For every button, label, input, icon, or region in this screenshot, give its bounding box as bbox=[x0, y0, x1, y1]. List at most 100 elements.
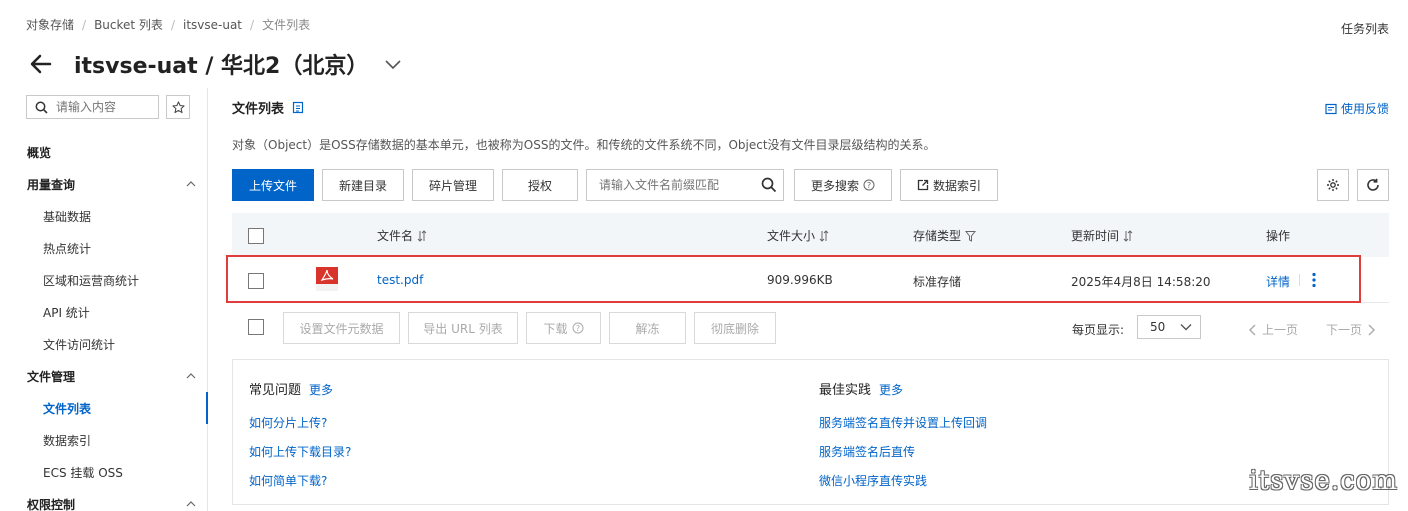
col-header-updated[interactable]: 更新时间 bbox=[1071, 227, 1133, 244]
page-title: itsvse-uat / 华北2（北京） bbox=[74, 54, 369, 79]
page-size-value: 50 bbox=[1150, 320, 1166, 334]
details-link[interactable]: 详情 bbox=[1266, 273, 1290, 290]
file-search-input[interactable] bbox=[587, 178, 747, 192]
sidebar-item[interactable]: 数据索引 bbox=[0, 424, 208, 456]
section-title: 文件列表 bbox=[232, 102, 285, 117]
sort-icon bbox=[819, 229, 829, 242]
page-header: itsvse-uat / 华北2（北京） bbox=[28, 48, 402, 80]
delete-permanently-button[interactable]: 彻底删除 bbox=[694, 312, 776, 344]
sidebar-item[interactable]: 文件访问统计 bbox=[0, 328, 208, 360]
prev-page-button[interactable]: 上一页 bbox=[1249, 321, 1298, 338]
help-circle-icon: ? bbox=[863, 179, 875, 191]
filter-icon bbox=[965, 230, 977, 242]
sidebar-item[interactable]: 文件管理 bbox=[0, 360, 208, 392]
row-checkbox[interactable] bbox=[248, 273, 264, 289]
task-list-link[interactable]: 任务列表 bbox=[1341, 20, 1389, 37]
pdf-file-icon bbox=[316, 267, 338, 291]
fragment-management-button[interactable]: 碎片管理 bbox=[412, 169, 494, 201]
sidebar-item[interactable]: 区域和运营商统计 bbox=[0, 264, 208, 296]
svg-text:?: ? bbox=[867, 181, 871, 190]
file-name-link[interactable]: test.pdf bbox=[377, 273, 423, 287]
sidebar-item-label: 权限控制 bbox=[27, 497, 76, 511]
col-header-name[interactable]: 文件名 bbox=[377, 227, 427, 244]
sidebar-item[interactable]: 用量查询 bbox=[0, 168, 208, 200]
sidebar-item[interactable]: 热点统计 bbox=[0, 232, 208, 264]
sidebar-item[interactable]: 文件列表 bbox=[0, 392, 208, 424]
select-all-checkbox[interactable] bbox=[248, 228, 264, 244]
more-vertical-icon[interactable] bbox=[1311, 272, 1317, 288]
chevron-up-icon bbox=[186, 373, 196, 379]
storage-type: 标准存储 bbox=[913, 275, 962, 289]
download-label: 下载 bbox=[543, 321, 568, 336]
breadcrumb-item-bucket[interactable]: itsvse-uat bbox=[183, 18, 242, 32]
sidebar-item[interactable]: 权限控制 bbox=[0, 488, 208, 511]
back-arrow-icon[interactable] bbox=[28, 51, 54, 77]
search-icon bbox=[35, 101, 48, 114]
col-header-storage[interactable]: 存储类型 bbox=[913, 227, 977, 244]
col-header-size-label: 文件大小 bbox=[767, 229, 816, 243]
faq-link[interactable]: 如何上传下载目录? bbox=[249, 443, 351, 460]
updated-time: 2025年4月8日 14:58:20 bbox=[1071, 275, 1211, 289]
sidebar-item-label: 概览 bbox=[27, 145, 52, 160]
sidebar-item[interactable]: ECS 挂载 OSS bbox=[0, 456, 208, 488]
thaw-button[interactable]: 解冻 bbox=[609, 312, 686, 344]
best-practice-link[interactable]: 服务端签名后直传 bbox=[819, 443, 915, 460]
col-header-size[interactable]: 文件大小 bbox=[767, 227, 829, 244]
sidebar-item[interactable]: 基础数据 bbox=[0, 200, 208, 232]
chevron-down-icon[interactable] bbox=[384, 55, 402, 73]
download-button[interactable]: 下载 ? bbox=[526, 312, 601, 344]
best-practice-heading: 最佳实践 更多 bbox=[819, 379, 903, 398]
settings-button[interactable] bbox=[1317, 169, 1349, 201]
authorize-button[interactable]: 授权 bbox=[502, 169, 578, 201]
help-panel: 常见问题 更多 如何分片上传? 如何上传下载目录? 如何简单下载? 最佳实践 更多 … bbox=[232, 359, 1389, 505]
breadcrumb-separator: / bbox=[250, 17, 255, 32]
sort-icon bbox=[417, 229, 427, 242]
breadcrumb-item-oss[interactable]: 对象存储 bbox=[26, 16, 74, 33]
col-header-actions: 操作 bbox=[1266, 229, 1291, 243]
breadcrumb-item-bucket-list[interactable]: Bucket 列表 bbox=[94, 16, 163, 33]
refresh-button[interactable] bbox=[1357, 169, 1389, 201]
best-practice-more-link[interactable]: 更多 bbox=[879, 383, 903, 397]
breadcrumb-item-current: 文件列表 bbox=[262, 18, 311, 32]
doc-icon[interactable] bbox=[292, 101, 304, 114]
section-header: 文件列表 bbox=[232, 98, 304, 117]
bulk-actions-bar: 设置文件元数据 导出 URL 列表 下载 ? 解冻 彻底删除 每页显示: 50 … bbox=[232, 312, 1389, 344]
sidebar-search[interactable] bbox=[26, 95, 159, 119]
sidebar-item-label: API 统计 bbox=[43, 305, 90, 320]
refresh-icon bbox=[1367, 178, 1379, 191]
divider bbox=[1299, 274, 1300, 286]
search-submit-button[interactable] bbox=[761, 177, 777, 196]
next-page-button[interactable]: 下一页 bbox=[1326, 321, 1376, 338]
external-link-icon bbox=[917, 179, 929, 191]
feedback-link[interactable]: 使用反馈 bbox=[1325, 100, 1389, 117]
sidebar-item[interactable]: API 统计 bbox=[0, 296, 208, 328]
favorite-button[interactable] bbox=[166, 95, 190, 119]
sort-icon bbox=[1123, 229, 1133, 242]
breadcrumb-separator: / bbox=[170, 17, 175, 32]
faq-link[interactable]: 如何分片上传? bbox=[249, 414, 327, 431]
table-row: test.pdf 909.996KB 标准存储 2025年4月8日 14:58:… bbox=[226, 255, 1389, 303]
more-search-button[interactable]: 更多搜索 ? bbox=[794, 169, 892, 201]
sidebar-item[interactable]: 概览 bbox=[0, 136, 208, 168]
faq-heading: 常见问题 更多 bbox=[249, 379, 333, 398]
best-practice-link[interactable]: 服务端签名直传并设置上传回调 bbox=[819, 414, 987, 431]
faq-more-link[interactable]: 更多 bbox=[309, 383, 333, 397]
col-header-updated-label: 更新时间 bbox=[1071, 229, 1120, 243]
faq-link[interactable]: 如何简单下载? bbox=[249, 472, 327, 489]
bulk-select-checkbox[interactable] bbox=[248, 319, 264, 335]
data-index-button[interactable]: 数据索引 bbox=[900, 169, 998, 201]
sidebar-item-label: 文件管理 bbox=[27, 369, 76, 384]
export-url-list-button[interactable]: 导出 URL 列表 bbox=[408, 312, 518, 344]
best-practice-link[interactable]: 微信小程序直传实践 bbox=[819, 472, 927, 489]
page-size-select[interactable]: 50 bbox=[1137, 315, 1201, 339]
upload-file-button[interactable]: 上传文件 bbox=[232, 169, 314, 201]
feedback-label: 使用反馈 bbox=[1340, 102, 1389, 116]
sidebar-search-input[interactable] bbox=[56, 100, 146, 114]
col-header-storage-label: 存储类型 bbox=[913, 229, 962, 243]
sidebar-item-label: ECS 挂载 OSS bbox=[43, 465, 123, 480]
set-metadata-button[interactable]: 设置文件元数据 bbox=[283, 312, 400, 344]
sidebar-item-label: 用量查询 bbox=[27, 177, 76, 192]
next-page-label: 下一页 bbox=[1326, 323, 1363, 337]
new-directory-button[interactable]: 新建目录 bbox=[322, 169, 404, 201]
table-header: 文件名 文件大小 存储类型 更新时间 操作 bbox=[232, 213, 1389, 257]
